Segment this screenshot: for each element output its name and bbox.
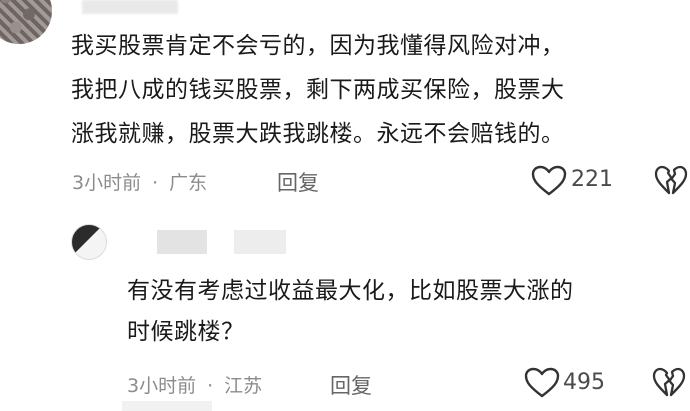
reply-like-count: 495 [563, 370, 605, 395]
comment-reply-button[interactable]: 回复 [277, 167, 319, 197]
meta-separator: · [152, 172, 159, 194]
replier-avatar[interactable] [71, 224, 107, 260]
replier-name-blurred [157, 230, 207, 254]
meta-separator: · [207, 375, 214, 397]
comment-text-line-1: 我买股票肯定不会亏的，因为我懂得风险对冲， [71, 33, 565, 59]
comment-time: 3小时前 [72, 172, 142, 194]
comment-meta: 3小时前 · 广东 [72, 168, 207, 195]
reply-location: 江苏 [224, 375, 263, 397]
comment-location: 广东 [169, 172, 208, 194]
replier-name-blurred-2 [234, 230, 286, 254]
comment-like-count: 221 [571, 167, 613, 192]
comment-text-line-2: 我把八成的钱买股票，剩下两成买保险，股票大 [71, 77, 565, 103]
reply-reply-button[interactable]: 回复 [330, 370, 372, 400]
heart-icon[interactable] [531, 165, 567, 197]
broken-heart-icon[interactable] [654, 165, 688, 197]
comment-text-line-3: 涨我就赚，股票大跌我跳楼。永远不会赔钱的。 [71, 121, 565, 147]
reply-text-line-1: 有没有考虑过收益最大化，比如股票大涨的 [127, 278, 574, 304]
reply-time: 3小时前 [127, 375, 197, 397]
heart-icon[interactable] [524, 367, 560, 399]
broken-heart-icon[interactable] [652, 367, 686, 399]
next-item-blurred [122, 401, 212, 411]
reply-meta: 3小时前 · 江苏 [127, 371, 262, 398]
reply-text-line-2: 时候跳楼？ [127, 319, 245, 345]
commenter-avatar[interactable] [0, 0, 52, 44]
commenter-name-blurred [82, 0, 178, 14]
